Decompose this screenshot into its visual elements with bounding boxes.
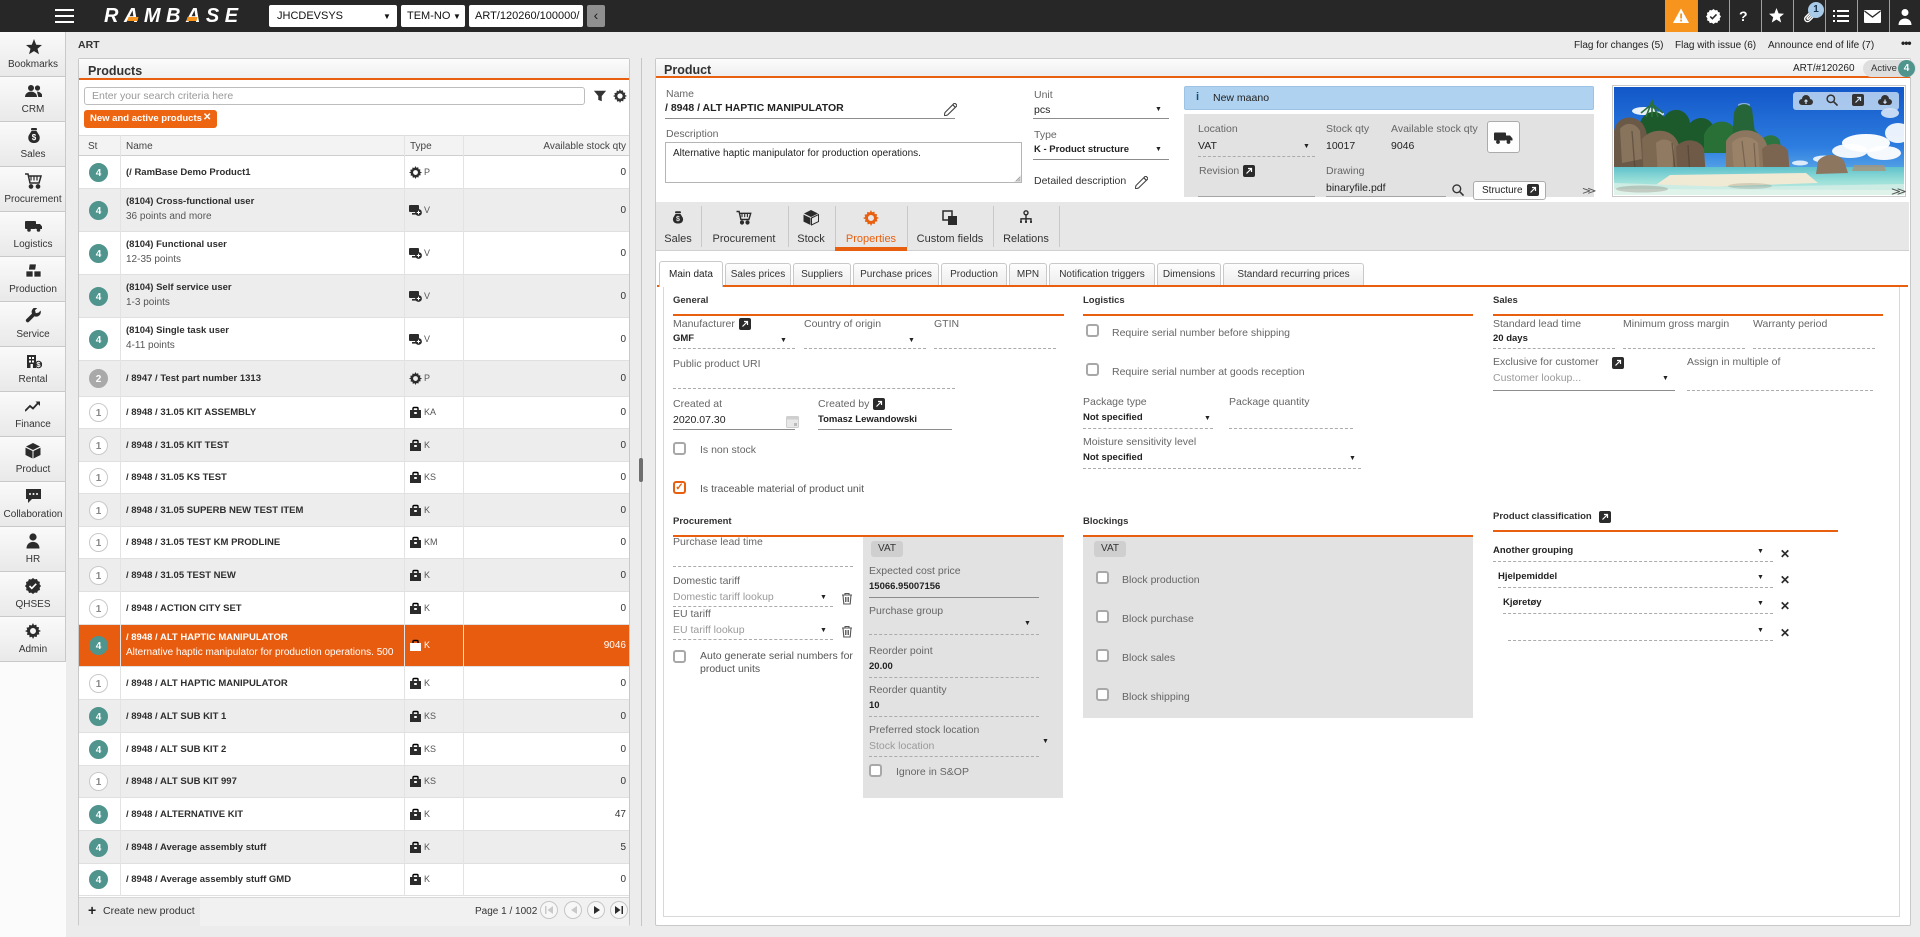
svg-text:$: $ [676, 216, 680, 223]
